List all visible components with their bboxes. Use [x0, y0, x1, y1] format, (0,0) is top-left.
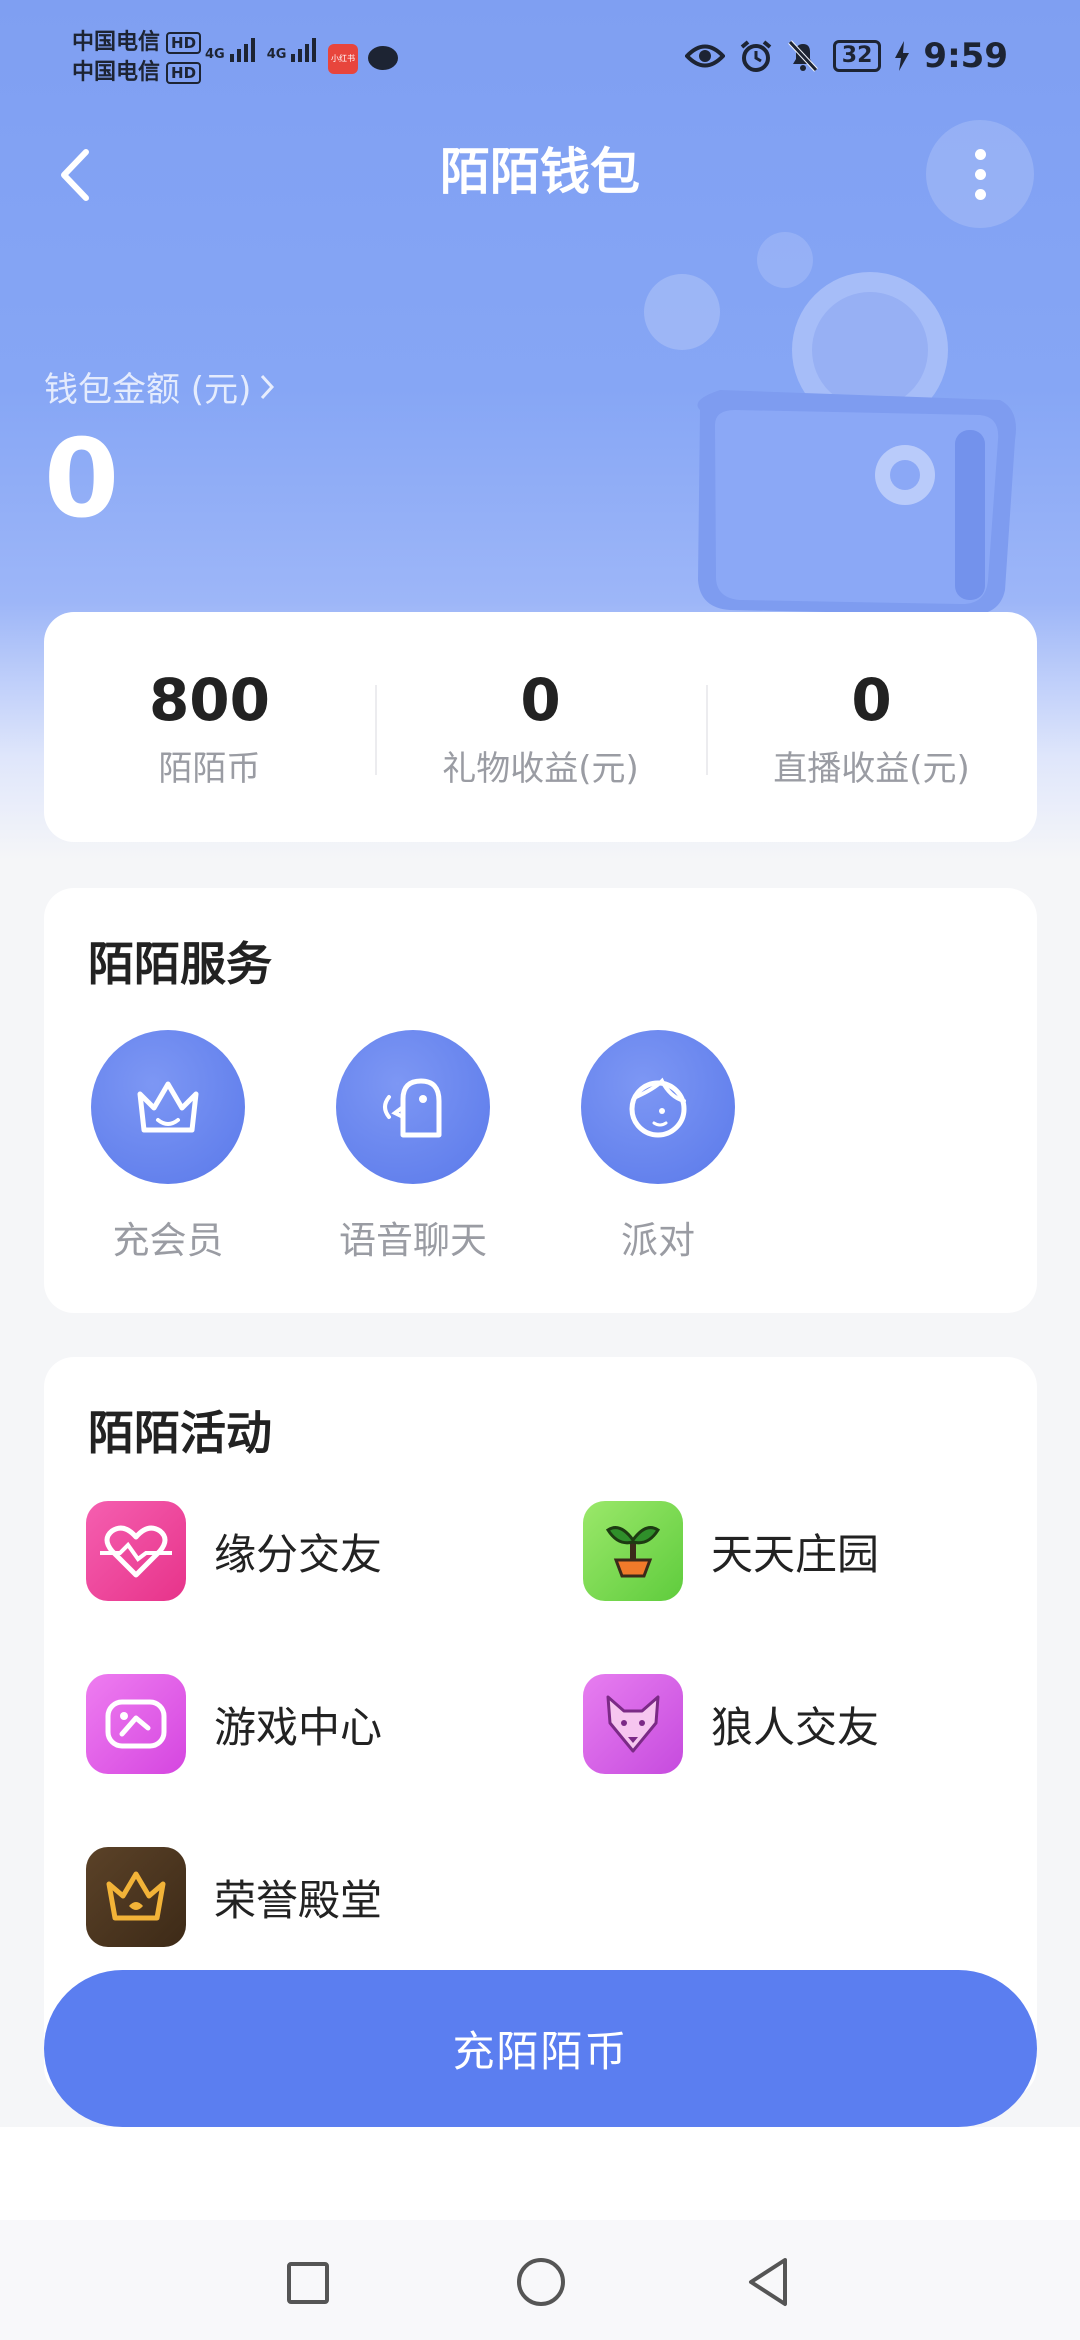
service-party[interactable]: 派对	[578, 1030, 738, 1264]
message-notification-icon	[368, 46, 398, 70]
party-icon	[581, 1030, 735, 1184]
more-dot-icon	[974, 148, 986, 160]
activity-dating[interactable]: 缘分交友	[86, 1501, 382, 1601]
stat-gift-income[interactable]: 0 礼物收益(元)	[375, 665, 706, 790]
stat-label: 礼物收益(元)	[442, 748, 639, 789]
stat-live-income[interactable]: 0 直播收益(元)	[706, 665, 1037, 790]
page-title: 陌陌钱包	[440, 143, 640, 201]
eye-icon	[684, 44, 725, 68]
stat-value: 800	[148, 665, 271, 734]
activity-game-center[interactable]: 游戏中心	[86, 1674, 382, 1774]
carrier-info: 中国电信 HD 中国电信 HD	[72, 28, 202, 88]
service-voice-chat[interactable]: 语音聊天	[333, 1030, 493, 1264]
sprout-icon	[583, 1501, 683, 1601]
carrier-name-1: 中国电信	[72, 30, 161, 55]
activity-farm[interactable]: 天天庄园	[583, 1501, 879, 1601]
honor-crown-icon	[86, 1847, 186, 1947]
nav-back-icon[interactable]	[745, 2256, 793, 2308]
services-card: 陌陌服务 充会员 语音聊天 派对	[44, 888, 1037, 1313]
stat-value: 0	[520, 665, 561, 734]
hd-badge-2: HD	[166, 62, 202, 84]
balance-label-link[interactable]: 钱包金额 (元)	[44, 362, 277, 411]
activity-label: 天天庄园	[711, 1529, 880, 1579]
voice-chat-icon	[336, 1030, 490, 1184]
balance-value: 0	[44, 417, 120, 542]
stats-card: 800 陌陌币 0 礼物收益(元) 0 直播收益(元)	[44, 612, 1037, 842]
balance-label: 钱包金额 (元)	[44, 370, 252, 410]
wolf-icon	[583, 1674, 683, 1774]
service-label: 派对	[621, 1219, 695, 1262]
heart-icon	[86, 1501, 186, 1601]
crown-icon	[91, 1030, 245, 1184]
chevron-right-icon	[261, 374, 275, 399]
services-title: 陌陌服务	[88, 937, 272, 991]
activity-label: 荣誉殿堂	[214, 1875, 383, 1925]
gamepad-icon	[86, 1674, 186, 1774]
signal-icon-1: 4G	[205, 38, 255, 62]
status-right: 32 9:59	[684, 36, 1008, 76]
activity-label: 游戏中心	[214, 1702, 383, 1752]
clock: 9:59	[923, 36, 1008, 76]
stat-value: 0	[851, 665, 892, 734]
alarm-icon	[740, 40, 772, 72]
stat-label: 直播收益(元)	[773, 748, 970, 789]
service-label: 充会员	[112, 1219, 224, 1262]
recharge-coins-button[interactable]: 充陌陌币	[44, 1970, 1037, 2127]
more-options-button[interactable]	[926, 120, 1034, 228]
carrier-name-2: 中国电信	[72, 60, 161, 85]
home-icon[interactable]	[517, 2258, 565, 2306]
service-label: 语音聊天	[339, 1219, 487, 1262]
activity-label: 狼人交友	[711, 1702, 880, 1752]
battery-indicator: 32	[832, 40, 882, 72]
signal-icon-2: 4G	[267, 38, 317, 62]
status-bar: 中国电信 HD 中国电信 HD 4G 4G 小红书 32 9:59	[0, 0, 1080, 100]
activity-werewolf[interactable]: 狼人交友	[583, 1674, 879, 1774]
app-notification-icon: 小红书	[328, 44, 358, 74]
recent-apps-icon[interactable]	[287, 2262, 329, 2304]
activity-hall-of-honor[interactable]: 荣誉殿堂	[86, 1847, 382, 1947]
stat-momo-coins[interactable]: 800 陌陌币	[44, 665, 375, 790]
activity-label: 缘分交友	[214, 1529, 383, 1579]
service-membership[interactable]: 充会员	[88, 1030, 248, 1264]
signal-indicators: 4G 4G	[205, 38, 317, 62]
activities-title: 陌陌活动	[88, 1406, 272, 1460]
stat-label: 陌陌币	[158, 748, 261, 789]
wallet-illustration	[644, 232, 1016, 615]
bottom-area	[0, 2127, 1080, 2227]
mute-bell-icon	[787, 40, 818, 72]
hd-badge-1: HD	[166, 32, 202, 54]
charging-icon	[895, 41, 910, 71]
